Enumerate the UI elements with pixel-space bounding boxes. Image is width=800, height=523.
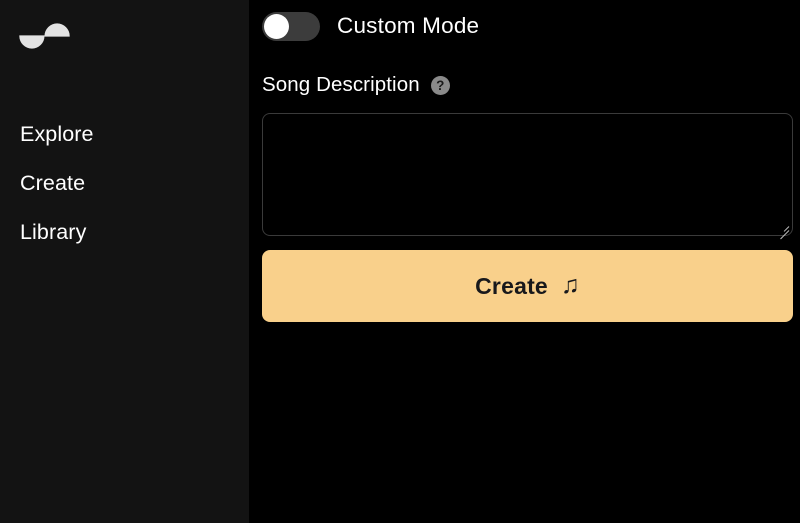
sidebar-nav: Explore Create Library (0, 118, 249, 265)
create-button-label: Create (475, 272, 548, 299)
song-description-label-row: Song Description ? (262, 72, 450, 98)
music-note-icon: ♫ (560, 270, 580, 299)
custom-mode-toggle[interactable] (262, 11, 320, 41)
sidebar-item-explore[interactable]: Explore (0, 118, 249, 167)
app-logo[interactable] (18, 13, 70, 59)
custom-mode-label: Custom Mode (337, 13, 480, 38)
song-description-input[interactable] (262, 113, 793, 236)
toggle-knob (264, 13, 289, 39)
sidebar-item-create[interactable]: Create (0, 167, 249, 216)
sidebar-item-library[interactable]: Library (0, 216, 249, 265)
main-panel: Custom Mode Song Description ? Create ♫ (249, 0, 800, 523)
song-description-label: Song Description (262, 73, 420, 96)
app-root: Explore Create Library Custom Mode Song … (0, 0, 800, 523)
sidebar: Explore Create Library (0, 0, 249, 523)
question-mark-circle-icon[interactable]: ? (430, 75, 450, 95)
custom-mode-row: Custom Mode (262, 10, 479, 42)
create-button[interactable]: Create ♫ (262, 250, 793, 322)
